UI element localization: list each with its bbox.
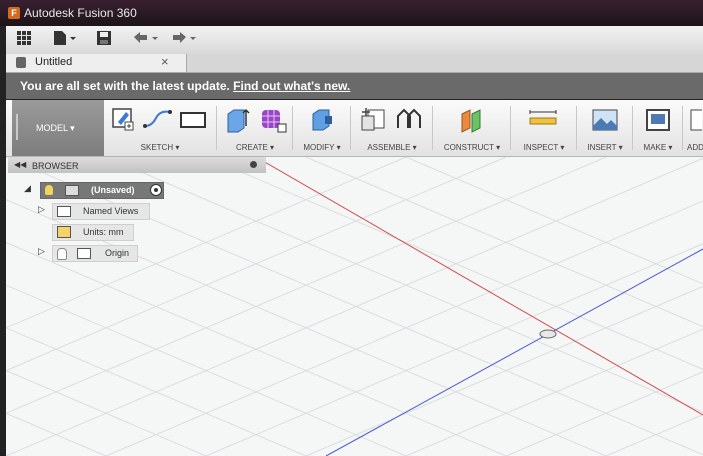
visibility-bulb-icon[interactable]: [57, 248, 67, 260]
3d-print-icon[interactable]: [644, 106, 672, 134]
toolbar-divider: [682, 106, 683, 150]
document-tab-bar: Untitled ×: [6, 54, 703, 73]
tree-node-named-views[interactable]: Named Views: [52, 203, 150, 220]
toolbar-group-label: SKETCH ▾: [140, 143, 180, 152]
toolbar-group-label: INSPECT ▾: [523, 143, 565, 152]
toolbar-divider: [216, 106, 217, 150]
redo-icon[interactable]: [170, 30, 198, 50]
browser-pin-icon[interactable]: [250, 161, 257, 168]
toolbar-group-assemble[interactable]: ASSEMBLE ▾: [352, 100, 432, 156]
toolbar-divider: [432, 106, 433, 150]
toolbar-divider: [510, 106, 511, 150]
tree-item-label: Origin: [105, 248, 130, 258]
grip-handle: [16, 114, 18, 140]
undo-icon[interactable]: [132, 30, 160, 50]
save-icon[interactable]: [96, 30, 112, 50]
toolbar-group-label: CONSTRUCT ▾: [443, 143, 501, 152]
toolbar-group-label: CREATE ▾: [235, 143, 275, 152]
toolbar-group-construct[interactable]: CONSTRUCT ▾: [434, 100, 510, 156]
app-logo-icon: F: [8, 7, 20, 19]
browser-title: BROWSER: [32, 161, 79, 171]
toolbar-group-label: MODIFY ▾: [303, 143, 341, 152]
spline-icon[interactable]: [142, 106, 172, 132]
tab-label: Untitled: [35, 56, 73, 68]
app-window: F Autodesk Fusion 360 Untitled × You are…: [0, 0, 703, 456]
root-label: (Unsaved): [91, 185, 135, 195]
toolbar-group-make[interactable]: MAKE ▾: [634, 100, 682, 156]
scripts-icon[interactable]: [688, 106, 702, 134]
browser-panel-header[interactable]: ◀◀ BROWSER: [8, 157, 266, 173]
canvas-viewport[interactable]: [6, 157, 703, 456]
rectangle-icon[interactable]: [178, 106, 208, 132]
toolbar-group-label: INSERT ▾: [587, 143, 623, 152]
tree-node-units[interactable]: Units: mm: [52, 224, 134, 241]
units-document-icon: [57, 226, 71, 238]
collapse-browser-icon[interactable]: ◀◀: [14, 160, 26, 169]
data-panel-grid-icon[interactable]: [16, 30, 32, 50]
title-bar: F Autodesk Fusion 360: [0, 0, 703, 26]
form-icon[interactable]: [258, 106, 288, 134]
toolbar-divider: [292, 106, 293, 150]
document-icon: [16, 57, 26, 68]
tree-item-label: Named Views: [83, 206, 139, 216]
tree-node-origin[interactable]: Origin: [52, 245, 138, 262]
insert-image-icon[interactable]: [590, 106, 620, 134]
expand-triangle-icon[interactable]: ▷: [38, 246, 45, 257]
workspace-switcher[interactable]: MODEL ▾: [12, 100, 104, 156]
window-title: Autodesk Fusion 360: [24, 6, 137, 20]
extrude-icon[interactable]: [224, 106, 252, 134]
create-sketch-icon[interactable]: [110, 106, 136, 132]
joint-icon[interactable]: [394, 106, 424, 134]
tree-node-root[interactable]: (Unsaved): [40, 182, 164, 199]
tab-untitled[interactable]: Untitled ×: [6, 54, 187, 72]
close-tab-icon[interactable]: ×: [161, 54, 169, 69]
grid-canvas[interactable]: [6, 157, 703, 456]
expand-triangle-icon[interactable]: ▷: [38, 204, 45, 215]
folder-icon: [57, 206, 71, 217]
whats-new-link[interactable]: Find out what's new.: [233, 79, 350, 93]
document-icon: [65, 185, 79, 196]
z-axis-line: [325, 248, 703, 456]
update-banner: You are all set with the latest update. …: [6, 73, 703, 99]
ribbon-toolbar: MODEL ▾ SKETCH ▾ CREATE ▾ MODIFY ▾ ASSEM…: [6, 100, 703, 157]
toolbar-divider: [576, 106, 577, 150]
offset-plane-icon[interactable]: [458, 106, 488, 134]
toolbar-group-label: ASSEMBLE ▾: [367, 143, 417, 152]
folder-icon: [77, 248, 91, 259]
toolbar-group-inspect[interactable]: INSPECT ▾: [512, 100, 576, 156]
banner-message: You are all set with the latest update. …: [20, 79, 350, 93]
toolbar-group-insert[interactable]: INSERT ▾: [578, 100, 632, 156]
visibility-bulb-icon[interactable]: [45, 185, 53, 195]
toolbar-group-modify[interactable]: MODIFY ▾: [294, 100, 350, 156]
workspace-label: MODEL ▾: [36, 123, 75, 133]
origin-point-icon[interactable]: [539, 329, 557, 339]
file-menu-icon[interactable]: [52, 30, 78, 50]
toolbar-group-sketch[interactable]: SKETCH ▾: [104, 100, 216, 156]
new-component-icon[interactable]: [358, 106, 388, 134]
toolbar-divider: [350, 106, 351, 150]
activate-radio-icon[interactable]: [150, 184, 162, 196]
measure-icon[interactable]: [528, 106, 558, 134]
toolbar-group-add-ins[interactable]: ADD: [684, 100, 703, 156]
toolbar-group-create[interactable]: CREATE ▾: [218, 100, 292, 156]
expand-triangle-icon[interactable]: ◢: [24, 183, 31, 194]
banner-text: You are all set with the latest update.: [20, 79, 230, 93]
tree-item-label: Units: mm: [83, 227, 124, 237]
toolbar-group-label: MAKE ▾: [643, 143, 673, 152]
toolbar-divider: [632, 106, 633, 150]
toolbar-group-label: ADD: [687, 143, 703, 152]
quick-access-toolbar: [6, 26, 703, 55]
press-pull-icon[interactable]: [308, 106, 336, 134]
